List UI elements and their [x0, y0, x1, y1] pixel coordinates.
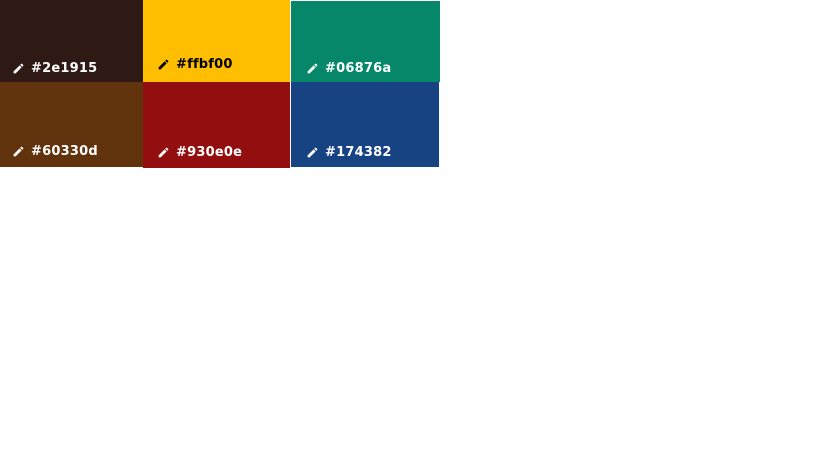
color-swatch[interactable]: #930e0e	[143, 82, 290, 168]
color-swatch[interactable]: #60330d	[0, 82, 143, 167]
swatch-hex-label: #60330d	[31, 144, 98, 159]
pencil-icon[interactable]	[12, 145, 25, 158]
swatch-edit-label[interactable]: #60330d	[12, 144, 98, 159]
pencil-icon[interactable]	[306, 146, 319, 159]
color-swatch[interactable]: #174382	[291, 82, 439, 167]
pencil-icon[interactable]	[157, 146, 170, 159]
swatch-hex-label: #ffbf00	[176, 57, 233, 72]
swatch-hex-label: #930e0e	[176, 145, 243, 160]
swatch-edit-label[interactable]: #ffbf00	[157, 57, 233, 72]
swatch-edit-label[interactable]: #2e1915	[12, 61, 97, 76]
color-swatch[interactable]: #ffbf00	[143, 0, 290, 82]
color-swatch[interactable]: #2e1915	[0, 0, 143, 82]
swatch-edit-label[interactable]: #06876a	[306, 61, 391, 76]
swatch-edit-label[interactable]: #930e0e	[157, 145, 242, 160]
swatch-edit-label[interactable]: #174382	[306, 145, 392, 160]
swatch-hex-label: #174382	[325, 145, 392, 160]
pencil-icon[interactable]	[306, 62, 319, 75]
pencil-icon[interactable]	[157, 58, 170, 71]
pencil-icon[interactable]	[12, 62, 25, 75]
swatch-hex-label: #2e1915	[31, 61, 98, 76]
swatch-hex-label: #06876a	[325, 61, 392, 76]
color-swatch[interactable]: #06876a	[291, 1, 440, 82]
